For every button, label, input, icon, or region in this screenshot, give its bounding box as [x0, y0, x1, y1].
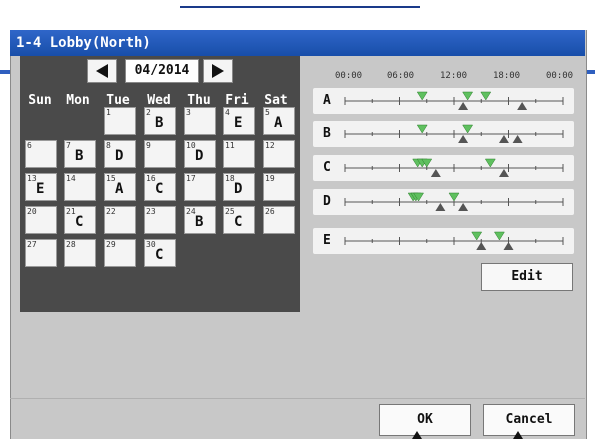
cursor-icon: [412, 431, 422, 439]
off-time-marker: [498, 169, 509, 177]
pattern-timeline: [344, 158, 564, 177]
pattern-timeline: [344, 231, 564, 250]
pattern-timeline: [344, 124, 564, 143]
next-month-icon: [212, 64, 224, 78]
prev-month-icon: [96, 64, 108, 78]
window-title: 1-4 Lobby(North): [10, 30, 585, 56]
on-time-marker: [462, 124, 474, 134]
time-label: 06:00: [387, 71, 415, 81]
off-time-marker: [435, 203, 446, 211]
on-time-marker: [416, 124, 428, 134]
off-time-marker: [517, 102, 528, 110]
off-time-marker: [503, 242, 514, 250]
off-time-marker: [458, 203, 469, 211]
on-time-marker: [493, 231, 505, 241]
prev-month-button[interactable]: [87, 59, 117, 83]
on-time-marker: [484, 158, 496, 168]
time-label: 00:00: [546, 71, 574, 81]
on-time-marker: [480, 91, 492, 101]
off-time-marker: [512, 135, 523, 143]
cursor-icon: [513, 431, 523, 439]
off-time-marker: [498, 135, 509, 143]
off-time-marker: [458, 135, 469, 143]
off-time-marker: [430, 169, 441, 177]
pattern-timeline: [344, 91, 564, 110]
month-display: 04/2014: [125, 59, 199, 83]
on-time-marker: [462, 91, 474, 101]
ok-button[interactable]: OK: [379, 404, 471, 436]
top-line: [180, 6, 420, 8]
edit-button[interactable]: Edit: [481, 263, 573, 291]
on-time-marker: [416, 91, 428, 101]
pattern-timeline: [344, 192, 564, 211]
time-label: 18:00: [493, 71, 521, 81]
left-edge: [0, 70, 10, 74]
next-month-button[interactable]: [203, 59, 233, 83]
bottom-divider: [10, 398, 585, 399]
off-time-marker: [458, 102, 469, 110]
on-time-marker: [448, 192, 460, 202]
time-label: 12:00: [440, 71, 468, 81]
off-time-marker: [476, 242, 487, 250]
cancel-button[interactable]: Cancel: [483, 404, 575, 436]
time-label: 00:00: [335, 71, 363, 81]
on-time-marker: [471, 231, 483, 241]
